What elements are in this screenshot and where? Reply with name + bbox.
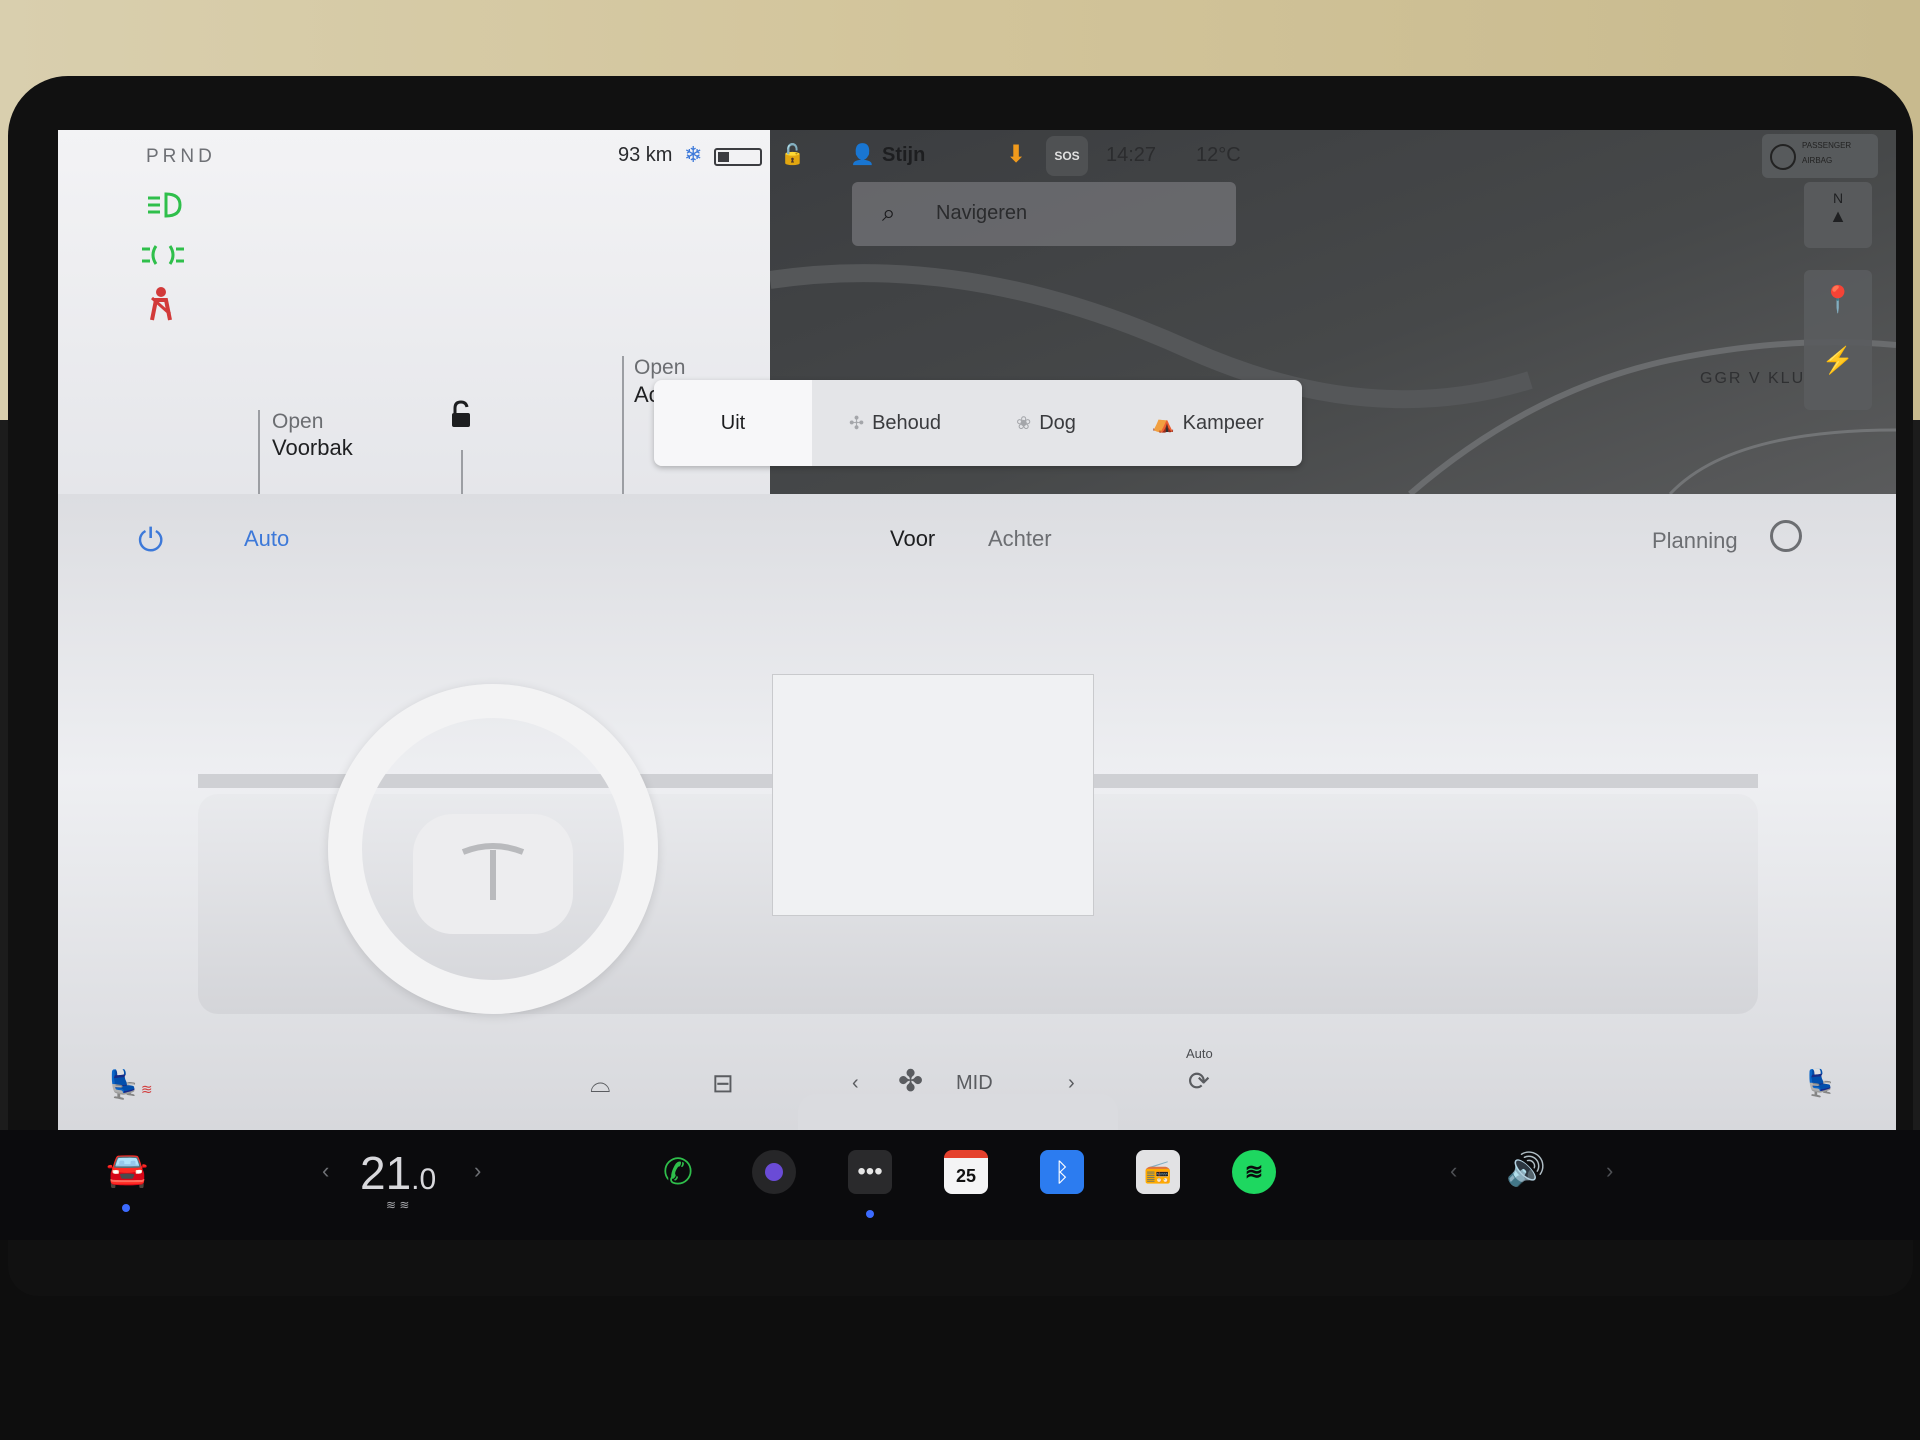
clock-icon[interactable] xyxy=(1770,520,1802,552)
mode-kampeer[interactable]: ⛺ Kampeer xyxy=(1114,380,1302,466)
volume-icon[interactable]: 🔊 xyxy=(1506,1150,1546,1188)
mode-behoud[interactable]: ✣ Behoud xyxy=(812,380,978,466)
mode-dog[interactable]: ❀ Dog xyxy=(978,380,1114,466)
map-controls: 📍 ⚡ xyxy=(1804,270,1872,410)
profile-name[interactable]: Stijn xyxy=(882,144,925,167)
recirculation-mode-label: Auto xyxy=(1186,1046,1213,1061)
bottom-dock: 🚘 ‹ 21.0 › ≋ ≋ ✆ ••• 25 ᛒ 📻 ≋ ‹ 🔊 › xyxy=(0,1130,1920,1240)
mode-uit-label: Uit xyxy=(720,412,746,434)
mode-behoud-label: Behoud xyxy=(872,412,942,434)
outside-temperature: 12°C xyxy=(1196,144,1241,166)
paw-icon: ❀ xyxy=(1016,413,1032,433)
frunk-name-label[interactable]: Voorbak xyxy=(272,435,353,461)
schedule-button[interactable]: Planning xyxy=(1652,528,1738,554)
touchscreen: PRND 93 km ❄ Open Voorbak Open Ac 🔓 👤 St… xyxy=(58,130,1896,1130)
temp-down-chevron-icon[interactable]: ‹ xyxy=(322,1158,329,1184)
unlock-icon[interactable] xyxy=(446,400,476,435)
more-apps-active-dot xyxy=(866,1210,874,1218)
map-road-label: GGR V KLU xyxy=(1700,370,1806,387)
search-placeholder[interactable]: Navigeren xyxy=(936,202,1027,225)
spotify-icon[interactable]: ≋ xyxy=(1232,1150,1276,1194)
navigation-search[interactable]: ⌕ Navigeren xyxy=(852,182,1236,246)
fan-icon: ✣ xyxy=(848,413,865,433)
clock-time: 14:27 xyxy=(1106,144,1157,166)
climate-keep-mode-selector: Uit ✣ Behoud ❀ Dog ⛺ Kampeer xyxy=(654,380,1302,466)
mode-dog-label: Dog xyxy=(1039,412,1076,434)
navigation-arrow-icon: ▲ xyxy=(1829,206,1847,226)
battery-icon xyxy=(714,148,762,166)
sos-button[interactable]: SOS xyxy=(1046,136,1088,176)
calendar-icon[interactable]: 25 xyxy=(944,1150,988,1194)
cabin-temperature[interactable]: 21.0 xyxy=(360,1146,436,1200)
climate-auto-button[interactable]: Auto xyxy=(244,526,289,552)
center-screen-render xyxy=(772,674,1094,916)
volume-up-chevron-icon[interactable]: › xyxy=(1606,1158,1613,1184)
parking-lights-icon xyxy=(140,242,186,275)
download-icon[interactable]: ⬇ xyxy=(1006,140,1026,169)
volume-down-chevron-icon[interactable]: ‹ xyxy=(1450,1158,1457,1184)
temp-up-chevron-icon[interactable]: › xyxy=(474,1158,481,1184)
driver-seat-heater-icon[interactable]: 💺≋ xyxy=(106,1068,153,1101)
charging-icon[interactable]: ⚡ xyxy=(1804,315,1872,376)
console-render xyxy=(798,1094,1118,1130)
tab-front[interactable]: Voor xyxy=(890,526,935,552)
search-icon: ⌕ xyxy=(882,200,896,227)
front-defrost-icon[interactable]: ⌓ xyxy=(590,1068,611,1100)
phone-icon[interactable]: ✆ xyxy=(656,1150,700,1194)
range-readout: 93 km xyxy=(618,144,673,166)
frunk-open-label[interactable]: Open xyxy=(272,410,323,434)
climate-power-icon[interactable]: ⏻ xyxy=(138,522,163,560)
airbag-indicator: PASSENGER AIRBAG xyxy=(1762,134,1878,178)
radio-icon[interactable]: 📻 xyxy=(1136,1150,1180,1194)
fan-decrease-chevron-icon[interactable]: ‹ xyxy=(852,1072,859,1095)
mode-uit[interactable]: Uit xyxy=(654,380,812,466)
camera-icon[interactable] xyxy=(752,1150,796,1194)
profile-icon[interactable]: 👤 xyxy=(850,142,875,167)
tent-icon: ⛺ xyxy=(1152,413,1175,433)
airbag-text-line1: PASSENGER xyxy=(1802,141,1852,150)
compass-button[interactable]: N ▲ xyxy=(1804,182,1872,248)
cabin-temperature-fraction: .0 xyxy=(411,1163,437,1196)
steering-wheel-hub xyxy=(413,814,573,934)
trunk-divider xyxy=(622,356,624,494)
fan-increase-chevron-icon[interactable]: › xyxy=(1068,1072,1075,1095)
seatbelt-warning-icon xyxy=(144,286,178,329)
trunk-open-label[interactable]: Open xyxy=(634,356,685,380)
fan-speed-label: MID xyxy=(956,1072,993,1094)
cabin-temperature-whole: 21 xyxy=(360,1147,412,1199)
snowflake-icon: ❄ xyxy=(684,142,703,167)
lock-status-icon[interactable]: 🔓 xyxy=(780,142,805,167)
gear-indicator: PRND xyxy=(146,146,216,167)
compass-label: N xyxy=(1832,190,1844,206)
rear-defrost-icon[interactable]: ⊟ xyxy=(712,1068,734,1099)
tesla-logo-icon xyxy=(461,843,525,900)
mode-kampeer-label: Kampeer xyxy=(1182,412,1264,434)
car-body-line xyxy=(461,450,463,494)
tab-rear[interactable]: Achter xyxy=(988,526,1052,552)
headlight-icon xyxy=(144,190,184,227)
pin-icon[interactable]: 📍 xyxy=(1804,270,1872,315)
passenger-seat-heater-icon[interactable]: 💺 xyxy=(1804,1068,1836,1099)
airbag-text-line2: AIRBAG xyxy=(1802,156,1833,165)
climate-panel: ⏻ Auto Voor Achter Planning 💺≋ ⌓ ⊟ ‹ ✤ M… xyxy=(58,494,1896,1130)
defrost-status-icon: ≋ ≋ xyxy=(386,1198,410,1212)
airbag-icon xyxy=(1770,144,1796,170)
recirculation-icon[interactable]: ⟳ xyxy=(1188,1066,1210,1097)
car-icon[interactable]: 🚘 xyxy=(106,1150,148,1190)
frunk-divider xyxy=(258,410,260,494)
car-active-dot xyxy=(122,1204,130,1212)
fan-speed-icon: ✤ xyxy=(898,1065,924,1098)
bluetooth-icon[interactable]: ᛒ xyxy=(1040,1150,1084,1194)
more-apps-icon[interactable]: ••• xyxy=(848,1150,892,1194)
